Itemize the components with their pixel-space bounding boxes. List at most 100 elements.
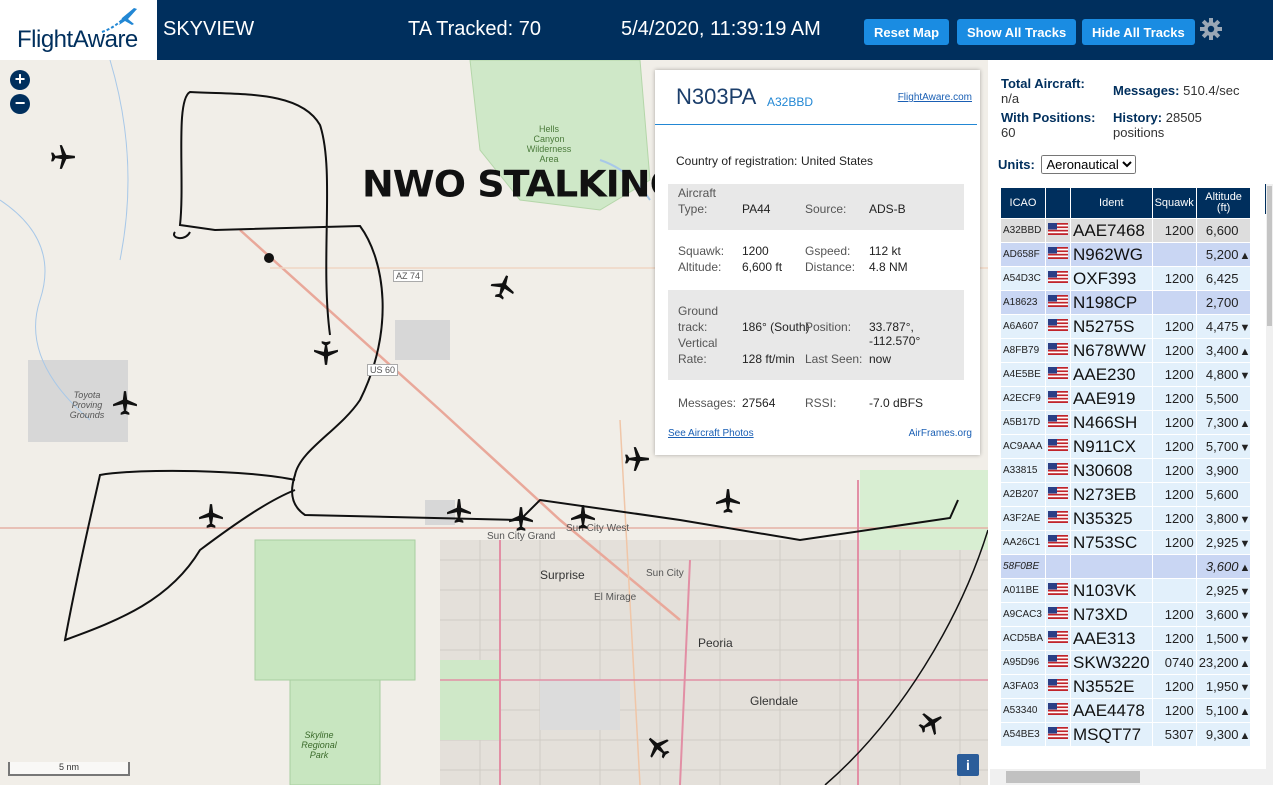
history-unit: positions <box>1113 125 1165 140</box>
aircraft-icon[interactable] <box>198 503 224 529</box>
altitude-trend-icon: ▲ <box>1239 730 1251 742</box>
ident-cell: N962WG <box>1071 243 1152 266</box>
squawk-cell: 5307 <box>1152 723 1196 746</box>
table-row[interactable]: ACD5BA AAE313 1200 1,500▼ <box>1001 627 1251 650</box>
col-icao[interactable]: ICAO <box>1001 188 1046 218</box>
country-value: United States <box>801 154 874 168</box>
vertical-scroll-thumb[interactable] <box>1267 186 1272 326</box>
aircraft-icon[interactable] <box>624 446 650 472</box>
altitude-cell: 3,900 <box>1196 459 1251 482</box>
table-row[interactable]: A6A607 N5275S 1200 4,475▼ <box>1001 315 1251 338</box>
table-row[interactable]: A8FB79 N678WW 1200 3,400▲ <box>1001 339 1251 362</box>
squawk-cell: 1200 <box>1152 699 1196 722</box>
table-row[interactable]: A9CAC3 N73XD 1200 3,600▼ <box>1001 603 1251 626</box>
aircraft-icon[interactable] <box>508 506 534 532</box>
table-row[interactable]: AA26C1 N753SC 1200 2,925▼ <box>1001 531 1251 554</box>
settings-gear-icon[interactable] <box>1199 17 1223 41</box>
units-select[interactable]: Aeronautical <box>1041 155 1137 174</box>
altitude-value: 5,100 <box>1205 703 1239 718</box>
zoom-out-button[interactable]: − <box>10 94 30 114</box>
col-altitude[interactable]: Altitude (ft) <box>1196 188 1251 218</box>
table-row[interactable]: A2ECF9 AAE919 1200 5,500 <box>1001 387 1251 410</box>
airframes-link[interactable]: AirFrames.org <box>909 428 972 439</box>
squawk-cell <box>1152 243 1196 266</box>
flightaware-link[interactable]: FlightAware.com <box>898 92 972 103</box>
flag-cell <box>1046 723 1071 746</box>
ident-cell: N3552E <box>1071 675 1152 698</box>
table-row[interactable]: A3FA03 N3552E 1200 1,950▼ <box>1001 675 1251 698</box>
altitude-cell: 7,300▲ <box>1196 411 1251 434</box>
horizontal-scroll-thumb[interactable] <box>1006 771 1140 783</box>
aircraft-icon[interactable] <box>570 504 596 530</box>
table-row[interactable]: A011BE N103VK 2,925▼ <box>1001 579 1251 602</box>
col-flag[interactable] <box>1046 188 1071 218</box>
icao-cell: A95D96 <box>1001 651 1046 674</box>
table-row[interactable]: AD658F N962WG 5,200▲ <box>1001 243 1251 266</box>
total-aircraft-label: Total Aircraft: <box>1001 76 1085 91</box>
messages-rate-label: Messages: <box>1113 83 1180 98</box>
table-row[interactable]: A54BE3 MSQT77 5307 9,300▲ <box>1001 723 1251 746</box>
table-row[interactable]: A5B17D N466SH 1200 7,300▲ <box>1001 411 1251 434</box>
table-row[interactable]: A33815 N30608 1200 3,900 <box>1001 459 1251 482</box>
squawk-cell: 1200 <box>1152 219 1196 242</box>
us-flag-icon <box>1048 438 1069 451</box>
icao-cell: ACD5BA <box>1001 627 1046 650</box>
tracked-count: TA Tracked: 70 <box>408 18 542 40</box>
current-datetime: 5/4/2020, 11:39:19 AM <box>621 18 821 40</box>
show-all-tracks-button[interactable]: Show All Tracks <box>957 19 1077 45</box>
ident-cell: AAE4478 <box>1071 699 1152 722</box>
table-row[interactable]: A3F2AE N35325 1200 3,800▼ <box>1001 507 1251 530</box>
squawk-cell: 1200 <box>1152 459 1196 482</box>
icao-cell: A54BE3 <box>1001 723 1046 746</box>
altitude-label: Altitude: <box>678 260 722 274</box>
zoom-in-button[interactable]: + <box>10 70 30 90</box>
icao-cell: A32BBD <box>1001 219 1046 242</box>
table-row[interactable]: A4E5BE AAE230 1200 4,800▼ <box>1001 363 1251 386</box>
flag-cell <box>1046 555 1071 578</box>
aircraft-icon[interactable] <box>715 488 741 514</box>
aircraft-icon[interactable] <box>112 390 138 416</box>
map-label-us60: US 60 <box>367 364 399 376</box>
us-flag-icon <box>1048 342 1069 355</box>
aircraft-icon[interactable] <box>446 498 472 524</box>
table-row[interactable]: AC9AAA N911CX 1200 5,700▼ <box>1001 435 1251 458</box>
altitude-trend-icon: ▼ <box>1239 322 1251 334</box>
selected-aircraft-icon[interactable] <box>313 340 339 366</box>
col-ident[interactable]: Ident <box>1071 188 1152 218</box>
squawk-cell: 1200 <box>1152 507 1196 530</box>
squawk-cell: 1200 <box>1152 675 1196 698</box>
aircraft-type-label: Aircraft <box>678 186 717 200</box>
altitude-cell: 3,400▲ <box>1196 339 1251 362</box>
table-row[interactable]: A32BBD AAE7468 1200 6,600 <box>1001 219 1251 242</box>
col-squawk[interactable]: Squawk <box>1152 188 1196 218</box>
aircraft-icon[interactable] <box>50 144 76 170</box>
altitude-trend-icon: ▼ <box>1239 514 1251 526</box>
table-row[interactable]: A95D96 SKW3220 0740 23,200▲ <box>1001 651 1251 674</box>
table-row[interactable]: A53340 AAE4478 1200 5,100▲ <box>1001 699 1251 722</box>
map-info-button[interactable]: i <box>957 754 979 776</box>
flightaware-logo[interactable]: FlightAware <box>0 0 157 60</box>
altitude-value: 2,925 <box>1205 535 1239 550</box>
table-row[interactable]: A18623 N198CP 2,700 <box>1001 291 1251 314</box>
squawk-cell: 1200 <box>1152 435 1196 458</box>
reset-map-button[interactable]: Reset Map <box>864 19 950 45</box>
table-row[interactable]: A54D3C OXF393 1200 6,425 <box>1001 267 1251 290</box>
altitude-trend-icon: ▼ <box>1239 586 1251 598</box>
altitude-value: 7,300 <box>1205 415 1239 430</box>
squawk-cell: 1200 <box>1152 483 1196 506</box>
altitude-value: 6,425 <box>1205 271 1239 286</box>
icao-cell: AD658F <box>1001 243 1046 266</box>
ident-cell: SKW3220 <box>1071 651 1152 674</box>
overlay-annotation: NWO STALKING <box>362 163 681 205</box>
table-row[interactable]: A2B207 N273EB 1200 5,600 <box>1001 483 1251 506</box>
aircraft-photos-link[interactable]: See Aircraft Photos <box>668 428 754 439</box>
table-header-row: ICAO Ident Squawk Altitude (ft) <box>1001 188 1251 218</box>
table-row[interactable]: 58F0BE 3,600▲ <box>1001 555 1251 578</box>
altitude-value: 5,600 <box>1205 487 1239 502</box>
map-label-hells-canyon: Hells Canyon Wilderness Area <box>526 124 572 164</box>
selected-callsign: N303PA <box>676 84 757 109</box>
us-flag-icon <box>1048 414 1069 427</box>
hide-all-tracks-button[interactable]: Hide All Tracks <box>1082 19 1195 45</box>
altitude-trend-icon: ▼ <box>1239 634 1251 646</box>
ident-cell: N30608 <box>1071 459 1152 482</box>
